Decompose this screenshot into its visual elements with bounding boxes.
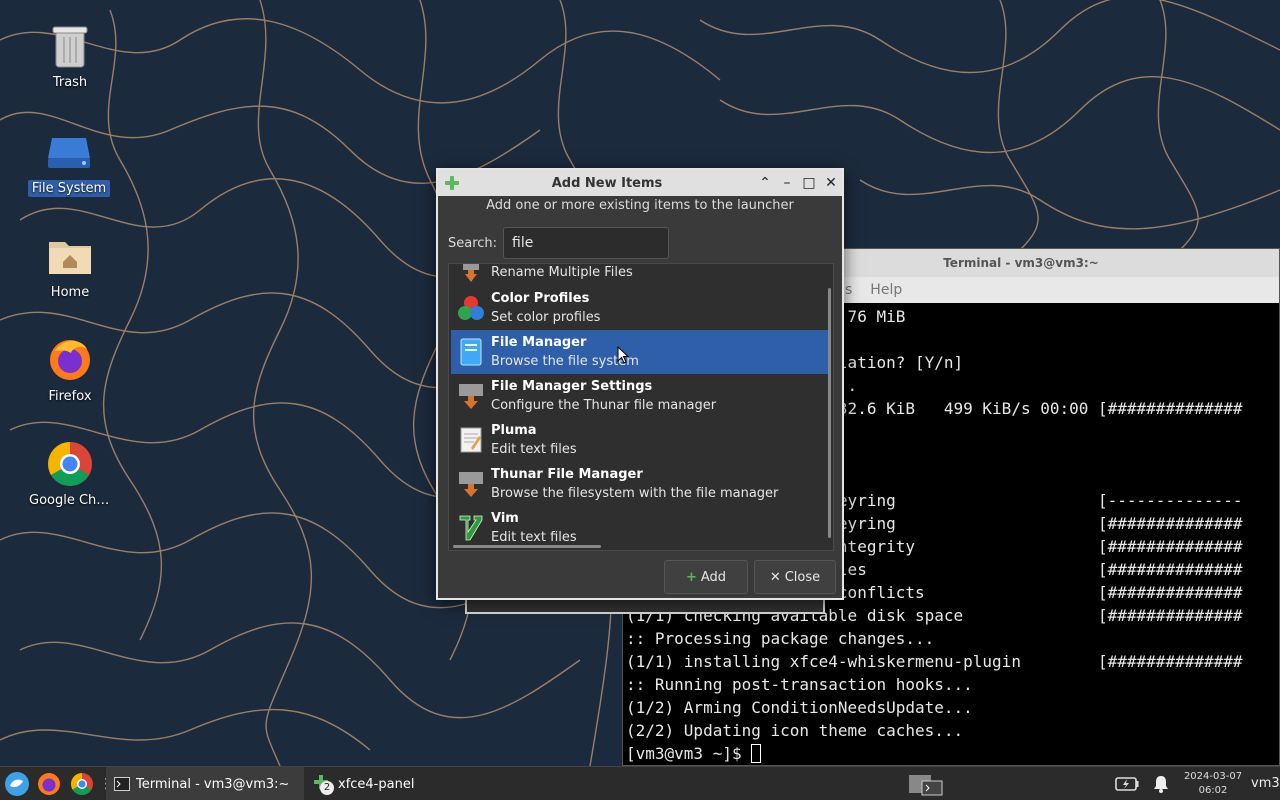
workspace-switcher-icon[interactable] <box>908 771 944 797</box>
color-profiles-icon <box>457 294 485 322</box>
task-count-badge: 2 <box>320 781 334 795</box>
clock-date: 2024-03-07 <box>1183 771 1243 782</box>
trash-icon <box>46 22 94 70</box>
desktop-icon-trash[interactable]: Trash <box>27 22 113 91</box>
item-description: Configure the Thunar file manager <box>491 398 717 413</box>
terminal-cursor <box>751 744 762 763</box>
thunar-icon <box>457 470 485 498</box>
chrome-launcher-icon[interactable] <box>69 771 95 797</box>
terminal-icon <box>114 777 130 791</box>
terminal-line: :: Running post-transaction hooks... <box>626 675 973 694</box>
firefox-icon <box>46 336 94 384</box>
maximize-button[interactable]: □ <box>798 175 820 191</box>
add-plus-icon <box>445 176 459 190</box>
mouse-pointer-icon <box>617 346 629 364</box>
minimize-button[interactable]: – <box>776 175 798 191</box>
list-item[interactable]: Thunar File Manager Browse the filesyste… <box>451 462 829 506</box>
list-item[interactable]: Vim Edit text files <box>451 506 829 550</box>
chrome-icon <box>46 440 94 488</box>
desktop-icon-label: Firefox <box>48 389 92 404</box>
notification-bell-icon[interactable] <box>1148 771 1174 797</box>
desktop-icon-label: Trash <box>52 75 88 90</box>
desktop-icon-chrome[interactable]: Google Chro... <box>27 440 115 509</box>
rename-icon <box>457 264 485 286</box>
close-window-button[interactable]: ✕ <box>820 175 842 191</box>
battery-icon[interactable] <box>1114 771 1140 797</box>
item-description: Set color profiles <box>491 310 601 325</box>
home-folder-icon <box>46 232 94 280</box>
clock-time: 06:02 <box>1198 785 1228 796</box>
list-item[interactable]: File Manager Settings Configure the Thun… <box>451 374 829 418</box>
item-description: Edit text files <box>491 442 577 457</box>
dialog-subtitle: Add one or more existing items to the la… <box>486 198 794 213</box>
add-button-label: Add <box>700 569 727 585</box>
dialog-title: Add New Items <box>551 175 663 191</box>
task-xfce4-panel[interactable]: 2 xfce4-panel <box>306 767 506 800</box>
desktop-icon-label: File System <box>27 180 111 197</box>
task-label: Terminal - vm3@vm3:~ <box>136 776 290 792</box>
clock[interactable]: 2024-03-07 06:02 <box>1180 770 1246 798</box>
add-new-items-dialog[interactable]: Add New Items ⌃ – □ ✕ Add one or more ex… <box>436 168 844 600</box>
items-list[interactable]: Rename Multiple Files Color Profiles Set… <box>448 263 834 551</box>
panel-app-icon: 2 <box>314 775 334 795</box>
list-item-selected[interactable]: File Manager Browse the file system <box>451 330 829 374</box>
item-name: File Manager Settings <box>491 379 653 394</box>
pluma-icon <box>457 426 485 454</box>
taskbar: ⋮ Terminal - vm3@vm3:~ 2 xfce4-panel 202… <box>0 766 1280 800</box>
item-description: Browse the filesystem with the file mana… <box>491 486 779 501</box>
desktop-icon-file-system[interactable]: File System <box>26 128 112 197</box>
close-icon: ✕ <box>769 569 781 585</box>
list-item[interactable]: Color Profiles Set color profiles <box>451 286 829 330</box>
terminal-line: (1/2) Arming ConditionNeedsUpdate... <box>626 698 973 717</box>
close-button-label: Close <box>784 569 821 585</box>
terminal-menu-item[interactable]: s <box>845 282 852 298</box>
task-label: xfce4-panel <box>338 776 415 792</box>
list-item[interactable]: Pluma Edit text files <box>451 418 829 462</box>
drive-icon <box>45 128 93 176</box>
horizontal-scrollbar[interactable] <box>453 545 601 548</box>
item-name: Color Profiles <box>491 291 590 306</box>
close-button[interactable]: ✕ Close <box>754 560 836 594</box>
search-label: Search: <box>448 235 498 251</box>
file-manager-settings-icon <box>457 382 485 410</box>
add-button[interactable]: + Add <box>664 560 748 594</box>
desktop-icon-home[interactable]: Home <box>27 232 113 301</box>
terminal-line: (2/2) Updating icon theme caches... <box>626 721 964 740</box>
user-menu[interactable]: vm3 <box>1251 776 1280 791</box>
plus-icon: + <box>685 569 697 585</box>
desktop-icon-label: Google Chro... <box>29 493 115 508</box>
dialog-titlebar[interactable]: Add New Items ⌃ – □ ✕ <box>438 170 842 196</box>
terminal-title: Terminal - vm3@vm3:~ <box>943 256 1099 270</box>
file-manager-icon <box>457 338 485 366</box>
search-input[interactable] <box>503 227 670 259</box>
item-name: Vim <box>491 511 519 526</box>
terminal-menu-help[interactable]: Help <box>870 282 902 298</box>
task-terminal[interactable]: Terminal - vm3@vm3:~ <box>106 767 304 800</box>
vim-icon <box>457 514 485 542</box>
item-name: Pluma <box>491 423 537 438</box>
shade-button[interactable]: ⌃ <box>754 175 776 191</box>
item-description: Rename Multiple Files <box>491 264 633 280</box>
desktop-icon-firefox[interactable]: Firefox <box>27 336 113 405</box>
vertical-scrollbar[interactable] <box>828 288 831 538</box>
desktop-icon-label: Home <box>50 285 90 300</box>
terminal-line: :: Processing package changes... <box>626 629 935 648</box>
search-row: Search: <box>448 227 842 259</box>
whisker-menu-icon[interactable] <box>4 771 30 797</box>
item-name: Thunar File Manager <box>491 467 643 482</box>
firefox-launcher-icon[interactable] <box>36 771 62 797</box>
terminal-prompt: [vm3@vm3 ~]$ <box>626 744 752 763</box>
terminal-line: (1/1) installing xfce4-whiskermenu-plugi… <box>626 652 1243 671</box>
